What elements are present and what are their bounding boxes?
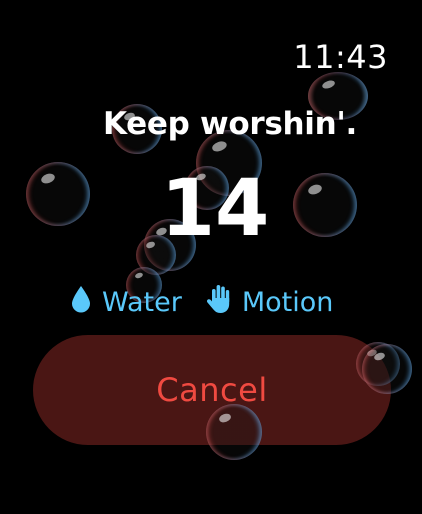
mode-indicators: Water Motion	[70, 282, 333, 322]
mode-water-label: Water	[102, 286, 182, 318]
water-drop-icon	[70, 285, 92, 320]
cancel-button[interactable]: Cancel	[33, 335, 391, 445]
mode-motion-label: Motion	[241, 286, 334, 318]
mode-water: Water	[70, 285, 182, 320]
status-time: 11:43	[293, 38, 388, 76]
cancel-button-label: Cancel	[156, 371, 268, 409]
session-title: Keep worshin'.	[102, 106, 358, 142]
hand-icon	[206, 284, 232, 321]
repetition-count: 14	[160, 164, 270, 254]
mode-motion: Motion	[206, 284, 334, 321]
